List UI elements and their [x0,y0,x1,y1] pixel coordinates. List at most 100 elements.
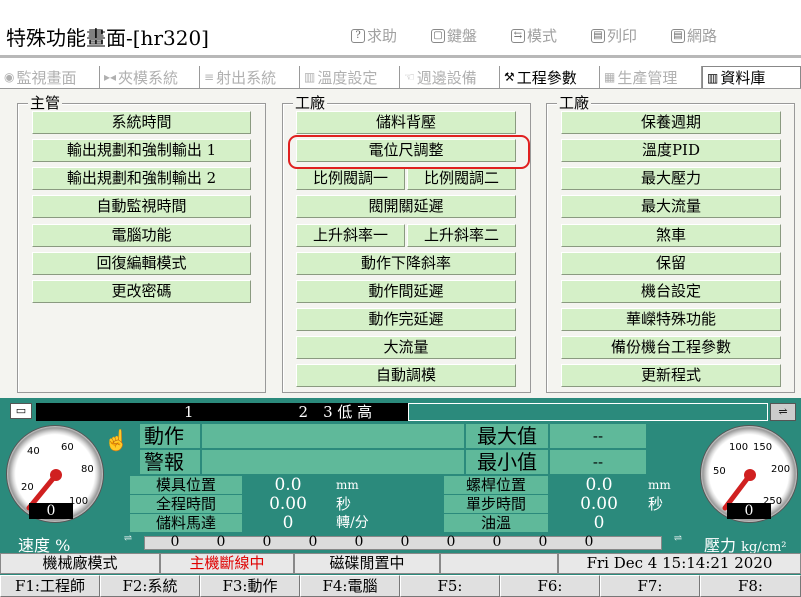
tab-clamp[interactable]: ▸◂ 夾模系統 [100,66,200,88]
mode-icon: ⇆ [511,28,525,43]
valve-switch-delay-button[interactable]: 閥開關延遲 [296,195,516,218]
action-field [202,424,464,448]
speed-tick: 20 [21,482,34,493]
f5-key[interactable]: F5: [400,575,500,597]
pressure-value: 0 [727,503,771,519]
mold-position-value: 0.0 [244,476,332,494]
f3-key[interactable]: F3:動作 [200,575,300,597]
min-label: 最小值 [466,450,548,474]
print-button[interactable]: ▤ 列印 [591,25,637,46]
auto-mold-adjust-button[interactable]: 自動調模 [296,364,516,387]
system-time-button[interactable]: 系統時間 [32,111,251,134]
backup-parameters-button[interactable]: 備份機台工程參數 [561,336,781,359]
slider-value: 0 [216,534,226,550]
tab-label: 資料庫 [720,69,766,87]
rise-slope-1-button[interactable]: 上升斜率一 [296,224,405,247]
alarm-field [202,450,464,474]
charge-back-pressure-button[interactable]: 儲料背壓 [296,111,516,134]
slider-value: 0 [262,534,272,550]
scroll-icon[interactable]: ⇌ [770,403,796,421]
tab-production[interactable]: ▦ 生產管理 [600,66,702,88]
output-planning-1-button[interactable]: 輸出規劃和強制輸出 1 [32,139,251,162]
speed-tick: 60 [61,442,74,453]
speed-value: 0 [29,503,73,519]
tab-injection[interactable]: ≡ 射出系統 [200,66,300,88]
clamp-icon: ▸◂ [104,70,117,84]
inter-action-delay-button[interactable]: 動作間延遲 [296,280,516,303]
f8-key[interactable]: F8: [700,575,801,597]
right-scroll-icon[interactable]: ⇌ [664,533,692,549]
large-flow-button[interactable]: 大流量 [296,336,516,359]
maintenance-cycle-button[interactable]: 保養週期 [561,111,781,134]
left-scroll-icon[interactable]: ⇌ [114,533,142,549]
host-status: 主機斷線中 [160,553,294,574]
f4-key[interactable]: F4:電腦 [300,575,400,597]
network-button[interactable]: ▤ 網路 [671,25,717,46]
slider-value: 0 [170,534,180,550]
rise-slope-2-button[interactable]: 上升斜率二 [407,224,516,247]
progress-bar [408,403,768,421]
tab-engineering[interactable]: ⚒ 工程參數 [500,66,600,88]
update-program-button[interactable]: 更新程式 [561,364,781,387]
window-title: 特殊功能畫面-[hr320] [6,26,209,50]
hand-icon[interactable]: ☝ [104,428,129,452]
f2-key[interactable]: F2:系統 [100,575,200,597]
mode-label: 模式 [527,27,558,45]
machine-settings-button[interactable]: 機台設定 [561,280,781,303]
tab-label: 週邊設備 [416,68,477,87]
mode-status: 機械廠模式 [0,553,160,574]
temperature-pid-button[interactable]: 溫度PID [561,139,781,162]
max-flow-button[interactable]: 最大流量 [561,195,781,218]
slider-value: 0 [354,534,364,550]
pressure-tick: 200 [771,464,790,475]
screw-position-label: 螺桿位置 [444,476,548,494]
brake-button[interactable]: 煞車 [561,224,781,247]
oil-temp-value: 0 [593,513,605,533]
slider-value: 0 [492,534,502,550]
reserved-button[interactable]: 保留 [561,252,781,275]
auto-monitor-time-button[interactable]: 自動監視時間 [32,195,251,218]
mode-button[interactable]: ⇆ 模式 [511,25,557,46]
max-label: 最大值 [466,424,548,448]
slider-value: 0 [446,534,456,550]
proportional-valve-1-button[interactable]: 比例閥調一 [296,167,405,190]
oil-temp-label: 油溫 [444,514,548,532]
speed-needle-hub [50,469,62,481]
computer-function-button[interactable]: 電腦功能 [32,224,251,247]
factory-group-2-title: 工廠 [557,94,592,112]
charge-motor-value: 0 [282,513,294,533]
charge-motor-label: 儲料馬達 [130,514,242,532]
max-pressure-button[interactable]: 最大壓力 [561,167,781,190]
help-button[interactable]: ? 求助 [351,25,397,46]
keyboard-icon: ▢ [431,28,445,43]
temperature-icon: ▥ [304,70,316,84]
cycle-time-value: 0.00 [269,494,307,514]
status-spacer [440,553,558,574]
wrench-icon: ⚒ [504,70,515,84]
tab-peripheral[interactable]: ☜ 週邊設備 [400,66,500,88]
tab-monitor[interactable]: ◉ 監視畫面 [0,66,100,88]
screen-icon[interactable]: ▭ [10,403,32,419]
tab-label: 生產管理 [617,68,678,87]
keyboard-button[interactable]: ▢ 鍵盤 [431,25,477,46]
output-planning-2-button[interactable]: 輸出規劃和強制輸出 2 [32,167,251,190]
f6-key[interactable]: F6: [500,575,600,597]
manager-group-title: 主管 [28,94,63,112]
tab-database[interactable]: ▥ 資料庫 [702,66,801,88]
step-time-unit: 秒 [648,495,664,513]
special-function-button[interactable]: 華嶸特殊功能 [561,308,781,331]
slider-value: 0 [308,534,318,550]
pressure-needle-hub [744,469,756,481]
screw-position-value: 0.0 [585,475,613,495]
datetime-status: Fri Dec 4 15:14:21 2020 [558,553,801,574]
action-fall-slope-button[interactable]: 動作下降斜率 [296,252,516,275]
proportional-valve-2-button[interactable]: 比例閥調二 [407,167,516,190]
tab-label: 夾模系統 [118,68,179,87]
tab-temperature[interactable]: ▥ 溫度設定 [300,66,400,88]
step-time-value: 0.00 [580,494,618,514]
restore-edit-mode-button[interactable]: 回復編輯模式 [32,252,251,275]
f1-key[interactable]: F1:工程師 [0,575,100,597]
change-password-button[interactable]: 更改密碼 [32,280,251,303]
action-complete-delay-button[interactable]: 動作完延遲 [296,308,516,331]
f7-key[interactable]: F7: [600,575,700,597]
